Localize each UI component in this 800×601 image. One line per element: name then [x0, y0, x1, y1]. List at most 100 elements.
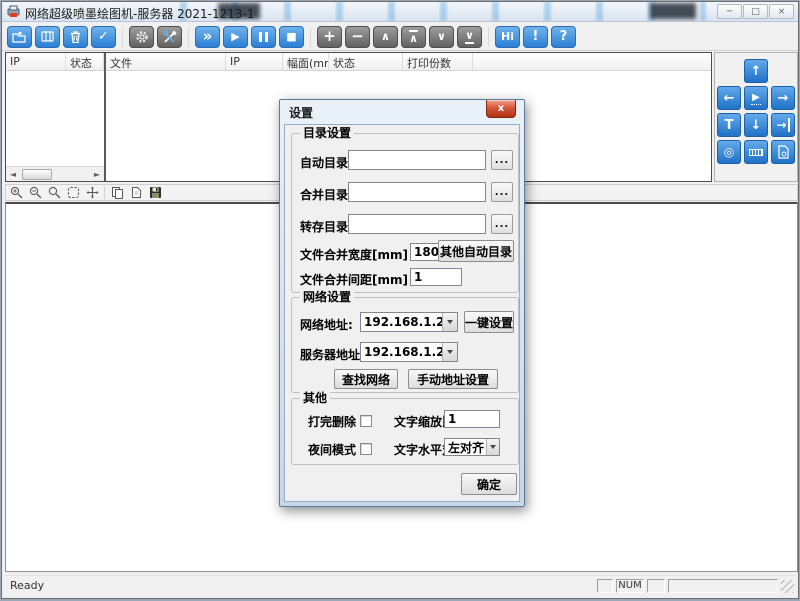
net-addr-combo[interactable]: 192.168.1.255: [360, 312, 458, 332]
text-align-combo[interactable]: 左对齐: [444, 438, 500, 456]
column-header-ip[interactable]: IP: [226, 53, 283, 70]
resize-grip[interactable]: [781, 580, 794, 593]
toolbar-separator: [104, 187, 105, 199]
scroll-right-icon[interactable]: ►: [90, 170, 104, 179]
auto-dir-input[interactable]: [348, 150, 486, 170]
move-bottom-button[interactable]: ∨: [457, 26, 482, 48]
night-mode-checkbox[interactable]: [360, 443, 372, 455]
move-right-button[interactable]: →: [771, 86, 795, 110]
view-columns-button[interactable]: [35, 26, 60, 48]
maximize-button[interactable]: □: [743, 4, 768, 19]
select-region-button[interactable]: [66, 186, 80, 200]
column-header-file[interactable]: 文件: [106, 53, 226, 70]
dialog-title-text: 设置: [289, 104, 313, 121]
confirm-button[interactable]: ✓: [91, 26, 116, 48]
scroll-left-icon[interactable]: ◄: [6, 170, 20, 179]
status-ready-text: Ready: [10, 579, 44, 592]
dump-dir-label: 转存目录: [300, 218, 348, 235]
move-left-button[interactable]: ←: [717, 86, 741, 110]
column-header-width[interactable]: 幅面(mm): [283, 53, 329, 70]
dump-dir-browse-button[interactable]: ...: [491, 214, 513, 234]
dropdown-button[interactable]: [442, 343, 457, 361]
client-list-header: IP 状态: [6, 53, 104, 71]
pan-move-button[interactable]: [85, 186, 99, 200]
title-bar[interactable]: 网络超级喷墨绘图机-服务器 2021-1213-1 ─ □ ×: [2, 2, 798, 22]
stop-button[interactable]: ■: [279, 26, 304, 48]
column-header-status[interactable]: 状态: [66, 53, 104, 70]
skip-end-icon: →: [776, 118, 789, 132]
scrollbar-thumb[interactable]: [22, 169, 52, 180]
skip-end-button[interactable]: →: [771, 113, 795, 137]
add-button[interactable]: +: [317, 26, 342, 48]
settings-gear-button[interactable]: [129, 26, 154, 48]
manual-addr-label: 手动地址设置: [417, 371, 489, 388]
column-header-copies[interactable]: 打印份数: [403, 53, 473, 70]
dialog-close-button[interactable]: x: [486, 100, 516, 118]
print-preview-button[interactable]: [129, 186, 143, 200]
preview-play-button[interactable]: ▶: [744, 86, 768, 110]
move-down-button[interactable]: ↓: [744, 113, 768, 137]
arrow-left-icon: ←: [724, 91, 735, 106]
merge-gap-input[interactable]: [410, 268, 462, 286]
minimize-button[interactable]: ─: [717, 4, 742, 19]
ok-button[interactable]: 确定: [461, 473, 517, 495]
move-up-button[interactable]: ↑: [744, 59, 768, 83]
server-addr-combo[interactable]: 192.168.1.255: [360, 342, 458, 362]
horizontal-scrollbar[interactable]: ◄ ►: [6, 166, 104, 181]
document-check-button[interactable]: [771, 140, 795, 164]
copy-page-button[interactable]: [110, 186, 124, 200]
zoom-reset-button[interactable]: [47, 186, 61, 200]
pause-button[interactable]: [251, 26, 276, 48]
minus-icon: −: [351, 29, 364, 44]
one-key-setup-button[interactable]: 一键设置: [464, 311, 514, 333]
open-file-button[interactable]: [7, 26, 32, 48]
delete-after-checkbox[interactable]: [360, 415, 372, 427]
merge-dir-input[interactable]: [348, 182, 486, 202]
dropdown-button[interactable]: [442, 313, 457, 331]
zoom-in-button[interactable]: [9, 186, 23, 200]
status-cell: [647, 579, 665, 593]
tools-button[interactable]: [157, 26, 182, 48]
stop-icon: ■: [286, 31, 296, 42]
save-button[interactable]: [148, 186, 162, 200]
ellipsis-icon: ...: [495, 155, 509, 166]
merge-dir-browse-button[interactable]: ...: [491, 182, 513, 202]
move-top-button[interactable]: ∧: [401, 26, 426, 48]
text-scale-input[interactable]: [444, 410, 500, 428]
ruler-button[interactable]: [744, 140, 768, 164]
fast-forward-button[interactable]: »: [195, 26, 220, 48]
other-auto-dir-label: 其他自动目录: [440, 243, 512, 260]
exclamation-icon: !: [533, 30, 539, 43]
window-title: 网络超级喷墨绘图机-服务器 2021-1213-1: [25, 5, 255, 22]
delete-button[interactable]: [63, 26, 88, 48]
dropdown-button[interactable]: [486, 439, 499, 455]
document-icon: [777, 145, 789, 159]
group-label: 目录设置: [300, 126, 354, 140]
move-down-button[interactable]: ∨: [429, 26, 454, 48]
zoom-out-button[interactable]: [28, 186, 42, 200]
auto-dir-browse-button[interactable]: ...: [491, 150, 513, 170]
plus-icon: +: [323, 29, 336, 44]
status-num-indicator: NUM: [616, 579, 644, 593]
toolbar-separator: [310, 27, 311, 47]
help-button[interactable]: ?: [551, 26, 576, 48]
arrow-down-icon: ↓: [751, 118, 762, 133]
find-network-button[interactable]: 查找网络: [334, 369, 398, 389]
close-button[interactable]: ×: [769, 4, 794, 19]
column-header-status[interactable]: 状态: [329, 53, 403, 70]
move-up-button[interactable]: ∧: [373, 26, 398, 48]
text-tool-button[interactable]: T: [717, 113, 741, 137]
roll-media-button[interactable]: ◎: [717, 140, 741, 164]
ellipsis-icon: ...: [495, 219, 509, 230]
hi-button[interactable]: Hi: [495, 26, 520, 48]
text-tool-icon: T: [725, 118, 734, 133]
column-header-ip[interactable]: IP: [6, 53, 66, 70]
client-list-body[interactable]: [6, 71, 104, 166]
remove-button[interactable]: −: [345, 26, 370, 48]
manual-addr-button[interactable]: 手动地址设置: [408, 369, 498, 389]
other-auto-dir-button[interactable]: 其他自动目录: [438, 240, 514, 262]
play-button[interactable]: ▶: [223, 26, 248, 48]
alert-button[interactable]: !: [523, 26, 548, 48]
dump-dir-input[interactable]: [348, 214, 486, 234]
ruler-icon: [749, 149, 763, 156]
